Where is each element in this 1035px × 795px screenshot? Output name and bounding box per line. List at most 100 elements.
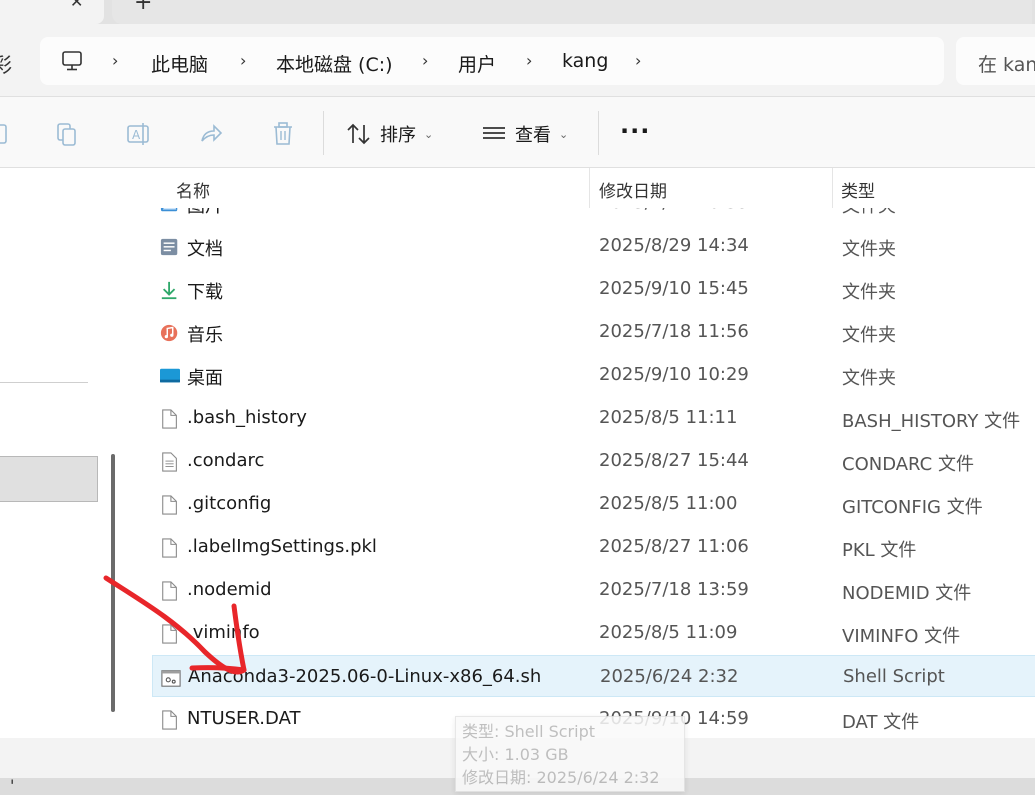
file-date-modified: 2025/8/5 11:00 <box>599 493 738 514</box>
column-header-modified[interactable]: 修改日期 <box>599 177 667 202</box>
more-options-button[interactable]: ··· <box>620 117 650 145</box>
file-type: 文件夹 <box>842 325 896 346</box>
new-item-icon[interactable] <box>0 121 18 147</box>
file-row[interactable]: .viminfo 2025/8/5 11:09 VIMINFO 文件 <box>152 612 1035 654</box>
nav-selected-item[interactable] <box>0 456 98 502</box>
file-type: 文件夹 <box>842 282 896 303</box>
breadcrumb-separator-icon[interactable]: › <box>112 51 118 70</box>
tab-strip: ✕ + <box>0 0 1035 24</box>
nav-edge-glyph: 彩 <box>0 53 12 77</box>
command-divider <box>323 111 324 155</box>
file-date-modified: 2025/8/5 11:11 <box>599 407 738 428</box>
shell-script-icon <box>161 670 181 687</box>
sort-ascending-icon: ^ <box>371 168 383 176</box>
file-row[interactable]: .labelImgSettings.pkl 2025/8/27 11:06 PKL … <box>152 526 1035 568</box>
file-row[interactable]: 桌面 2025/9/10 10:29 文件夹 <box>152 354 1035 396</box>
nav-divider <box>0 382 88 383</box>
music-folder-icon <box>160 324 178 342</box>
file-name: 文档 <box>187 239 223 260</box>
file-date-modified: 2025/8/5 11:09 <box>599 622 738 643</box>
file-date-modified: 2025/8/29 14:34 <box>599 235 749 256</box>
tooltip-date: 修改日期: 2025/6/24 2:32 <box>462 768 660 787</box>
desktop-folder-icon <box>160 368 180 383</box>
file-icon <box>162 495 177 515</box>
column-header-name[interactable]: 名称 <box>176 177 210 202</box>
file-type: VIMINFO 文件 <box>842 626 961 647</box>
file-row[interactable]: 文档 2025/8/29 14:34 文件夹 <box>152 225 1035 267</box>
breadcrumb-separator-icon[interactable]: › <box>635 51 641 70</box>
breadcrumb-separator-icon[interactable]: › <box>422 51 428 70</box>
file-row[interactable]: 下载 2025/9/10 15:45 文件夹 <box>152 268 1035 310</box>
file-date-modified: 2025/8/27 15:44 <box>599 450 749 471</box>
file-icon <box>162 710 177 730</box>
column-header-type[interactable]: 类型 <box>841 177 875 202</box>
search-box[interactable]: 在 kang <box>956 37 1035 85</box>
tab-strip-background <box>112 0 1032 24</box>
delete-icon[interactable] <box>270 121 296 147</box>
breadcrumb-this-pc[interactable]: 此电脑 <box>151 50 208 77</box>
column-header-row: ^ 名称 修改日期 类型 <box>128 168 1035 208</box>
file-name: Anaconda3-2025.06-0-Linux-x86_64.sh <box>188 666 542 687</box>
file-type: BASH_HISTORY 文件 <box>842 411 1021 432</box>
file-type: Shell Script <box>843 666 945 687</box>
close-tab-icon[interactable]: ✕ <box>70 0 83 11</box>
breadcrumb-users[interactable]: 用户 <box>458 50 496 77</box>
file-date-modified: 2025/7/18 11:56 <box>599 321 749 342</box>
rename-icon[interactable]: A <box>126 121 152 147</box>
breadcrumb-local-disk[interactable]: 本地磁盘 (C:) <box>276 50 393 77</box>
breadcrumb-separator-icon[interactable]: › <box>526 51 532 70</box>
file-icon <box>162 581 177 601</box>
view-button[interactable]: 查看 ⌄ <box>481 119 568 149</box>
file-row[interactable]: 音乐 2025/7/18 11:56 文件夹 <box>152 311 1035 353</box>
sort-label: 排序 <box>380 125 416 146</box>
status-glyph: ' <box>10 776 15 795</box>
chevron-down-icon: ⌄ <box>424 127 434 141</box>
sort-button[interactable]: 排序 ⌄ <box>346 119 433 149</box>
file-type: PKL 文件 <box>842 540 917 561</box>
file-name: 下载 <box>187 282 223 303</box>
file-name: .labelImgSettings.pkl <box>187 536 377 557</box>
file-row[interactable]: .bash_history 2025/8/5 11:11 BASH_HISTORY … <box>152 397 1035 439</box>
breadcrumb-kang[interactable]: kang <box>562 50 608 72</box>
address-bar[interactable]: › 此电脑 › 本地磁盘 (C:) › 用户 › kang › <box>40 37 944 85</box>
file-name: .viminfo <box>187 622 260 643</box>
copy-icon[interactable] <box>54 121 80 147</box>
share-icon[interactable] <box>198 121 224 147</box>
this-pc-icon[interactable] <box>62 50 82 72</box>
file-name: .condarc <box>187 450 265 471</box>
active-tab[interactable] <box>0 0 104 24</box>
file-row[interactable]: Anaconda3-2025.06-0-Linux-x86_64.sh 2025/… <box>152 655 1035 697</box>
svg-text:A: A <box>132 128 141 142</box>
file-tooltip: 类型: Shell Script 大小: 1.03 GB 修改日期: 2025/… <box>455 716 685 792</box>
file-list: 图片2025/7/24 10:59文件夹文档2025/8/29 14:34文件夹… <box>128 168 1035 738</box>
file-date-modified: 2025/6/24 2:32 <box>600 666 739 687</box>
tooltip-type: 类型: Shell Script <box>462 722 596 741</box>
file-name: .nodemid <box>187 579 272 600</box>
file-name: 桌面 <box>187 368 223 389</box>
file-type: 文件夹 <box>842 368 896 389</box>
view-icon <box>483 127 505 139</box>
file-row[interactable]: .gitconfig 2025/8/5 11:00 GITCONFIG 文件 <box>152 483 1035 525</box>
column-separator[interactable] <box>589 168 590 208</box>
file-date-modified: 2025/8/27 11:06 <box>599 536 749 557</box>
search-placeholder: 在 kang <box>978 54 1035 76</box>
file-name: .gitconfig <box>187 493 272 514</box>
file-type: GITCONFIG 文件 <box>842 497 983 518</box>
view-label: 查看 <box>515 125 551 146</box>
file-icon <box>162 624 177 644</box>
nav-scrollbar[interactable] <box>111 454 115 712</box>
tooltip-size: 大小: 1.03 GB <box>462 745 569 764</box>
file-row[interactable]: .nodemid 2025/7/18 13:59 NODEMID 文件 <box>152 569 1035 611</box>
file-name: .bash_history <box>187 407 307 428</box>
file-type: NODEMID 文件 <box>842 583 972 604</box>
file-icon <box>162 538 177 558</box>
file-type: DAT 文件 <box>842 712 920 733</box>
file-row[interactable]: .condarc 2025/8/27 15:44 CONDARC 文件 <box>152 440 1035 482</box>
column-separator[interactable] <box>832 168 833 208</box>
navigation-pane <box>0 168 128 738</box>
file-date-modified: 2025/9/10 15:45 <box>599 278 749 299</box>
documents-folder-icon <box>160 238 178 256</box>
new-tab-icon[interactable]: + <box>134 0 152 15</box>
breadcrumb-separator-icon[interactable]: › <box>240 51 246 70</box>
file-name: NTUSER.DAT <box>187 708 301 729</box>
